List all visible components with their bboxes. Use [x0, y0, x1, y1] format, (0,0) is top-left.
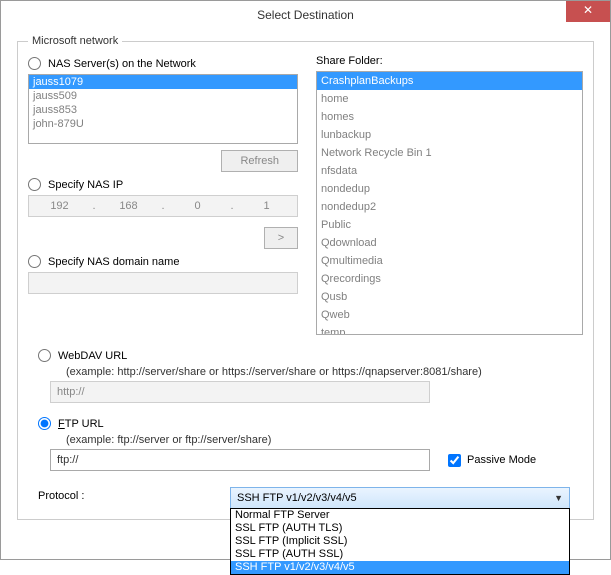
nas-domain-input[interactable] [28, 272, 298, 294]
share-folder-item[interactable]: Qmultimedia [317, 252, 582, 270]
close-button[interactable]: ✕ [566, 1, 610, 22]
share-folder-item[interactable]: nfsdata [317, 162, 582, 180]
nas-ip-label: Specify NAS IP [48, 179, 123, 191]
ip-octet-2: 168 [98, 200, 159, 212]
webdav-example: (example: http://server/share or https:/… [66, 366, 573, 378]
protocol-dropdown[interactable]: SSH FTP v1/v2/v3/v4/v5 ▼ [230, 487, 570, 509]
nas-server-item[interactable]: jauss853 [29, 103, 297, 117]
window-title: Select Destination [257, 8, 354, 22]
nas-network-radio[interactable] [28, 57, 41, 70]
nas-server-item[interactable]: john-879U [29, 117, 297, 131]
webdav-radio[interactable] [38, 349, 51, 362]
passive-mode-checkbox[interactable] [448, 454, 461, 467]
ftp-label: FTP URL [58, 418, 104, 430]
share-folder-item[interactable]: Qrecordings [317, 270, 582, 288]
share-folder-item[interactable]: nondedup [317, 180, 582, 198]
share-folder-label: Share Folder: [316, 55, 583, 67]
nas-domain-label: Specify NAS domain name [48, 256, 179, 268]
share-folder-item[interactable]: nondedup2 [317, 198, 582, 216]
nas-domain-radio[interactable] [28, 255, 41, 268]
protocol-dropdown-list[interactable]: Normal FTP ServerSSL FTP (AUTH TLS)SSL F… [230, 508, 570, 575]
share-folder-item[interactable]: Qusb [317, 288, 582, 306]
network-group: Microsoft network NAS Server(s) on the N… [17, 35, 594, 520]
protocol-option[interactable]: Normal FTP Server [231, 509, 569, 522]
ftp-radio[interactable] [38, 417, 51, 430]
left-column: NAS Server(s) on the Network jauss1079ja… [28, 55, 298, 335]
ip-octet-3: 0 [167, 200, 228, 212]
protocol-option[interactable]: SSL FTP (AUTH SSL) [231, 548, 569, 561]
titlebar: Select Destination ✕ [1, 1, 610, 29]
share-folder-item[interactable]: Network Recycle Bin 1 [317, 144, 582, 162]
protocol-option[interactable]: SSL FTP (AUTH TLS) [231, 522, 569, 535]
passive-mode-label: Passive Mode [467, 454, 536, 466]
ftp-input[interactable] [50, 449, 430, 471]
share-folder-listbox[interactable]: CrashplanBackupshomehomeslunbackupNetwor… [316, 71, 583, 335]
content-area: Microsoft network NAS Server(s) on the N… [1, 29, 610, 532]
ftp-example: (example: ftp://server or ftp://server/s… [66, 434, 573, 446]
passive-mode-row[interactable]: Passive Mode [444, 451, 536, 470]
share-folder-item[interactable]: home [317, 90, 582, 108]
nas-server-item[interactable]: jauss509 [29, 89, 297, 103]
share-folder-item[interactable]: lunbackup [317, 126, 582, 144]
webdav-label: WebDAV URL [58, 350, 127, 362]
ip-input[interactable]: 192 . 168 . 0 . 1 [28, 195, 298, 217]
network-legend: Microsoft network [28, 35, 122, 47]
ip-octet-4: 1 [236, 200, 297, 212]
nas-ip-radio[interactable] [28, 178, 41, 191]
share-folder-item[interactable]: homes [317, 108, 582, 126]
protocol-option[interactable]: SSL FTP (Implicit SSL) [231, 535, 569, 548]
webdav-input[interactable] [50, 381, 430, 403]
share-folder-item[interactable]: temp [317, 324, 582, 335]
go-button[interactable]: > [264, 227, 298, 249]
nas-server-item[interactable]: jauss1079 [29, 75, 297, 89]
share-folder-item[interactable]: Public [317, 216, 582, 234]
ip-octet-1: 192 [29, 200, 90, 212]
share-folder-item[interactable]: CrashplanBackups [317, 72, 582, 90]
protocol-option[interactable]: SSH FTP v1/v2/v3/v4/v5 [231, 561, 569, 574]
right-column: Share Folder: CrashplanBackupshomehomesl… [316, 55, 583, 335]
share-folder-item[interactable]: Qweb [317, 306, 582, 324]
protocol-selected: SSH FTP v1/v2/v3/v4/v5 [237, 492, 357, 504]
nas-server-listbox[interactable]: jauss1079jauss509jauss853john-879U [28, 74, 298, 144]
nas-network-label: NAS Server(s) on the Network [48, 58, 196, 70]
share-folder-item[interactable]: Qdownload [317, 234, 582, 252]
chevron-down-icon: ▼ [554, 493, 563, 503]
refresh-button[interactable]: Refresh [221, 150, 298, 172]
dialog-window: Select Destination ✕ Microsoft network N… [0, 0, 611, 560]
protocol-label: Protocol : [38, 487, 218, 502]
close-icon: ✕ [583, 3, 593, 17]
